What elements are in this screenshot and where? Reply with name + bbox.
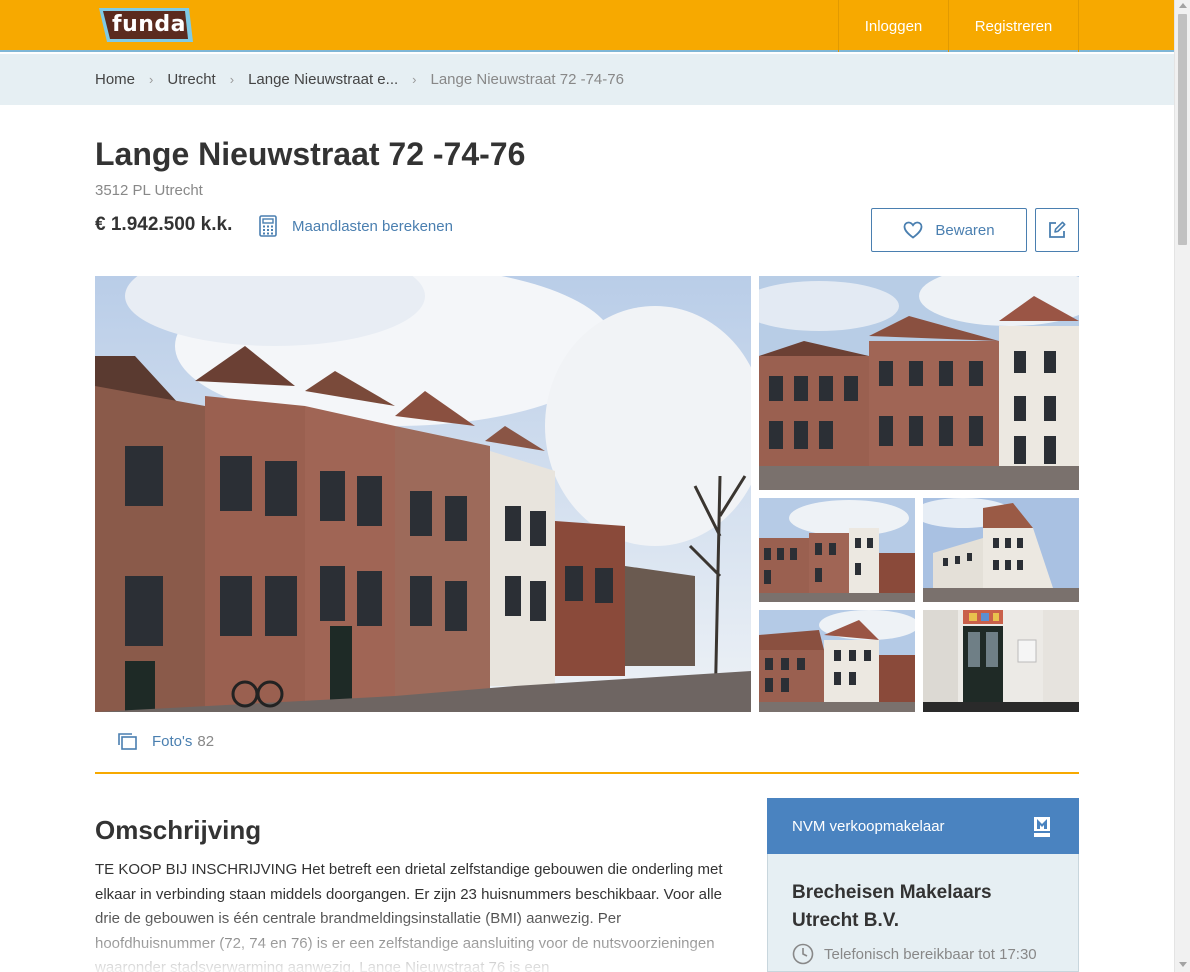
chevron-right-icon: ›	[229, 72, 235, 87]
main-photo[interactable]	[95, 276, 751, 712]
agent-availability: Telefonisch bereikbaar tot 17:30	[792, 943, 1037, 965]
add-note-button[interactable]	[1035, 208, 1079, 252]
heart-icon	[903, 221, 923, 239]
breadcrumb-street[interactable]: Lange Nieuwstraat e...	[248, 71, 398, 88]
edit-note-icon	[1049, 221, 1066, 238]
photo-thumbnail-5[interactable]	[923, 610, 1079, 712]
scrollbar-thumb[interactable]	[1178, 14, 1187, 245]
side-facade-image	[759, 610, 915, 712]
breadcrumb: Home › Utrecht › Lange Nieuwstraat e... …	[95, 54, 624, 105]
section-divider	[95, 772, 1079, 774]
logo-text: funda	[112, 12, 186, 37]
entrance-hall-image	[923, 610, 1079, 712]
breadcrumb-utrecht[interactable]: Utrecht	[167, 71, 215, 88]
photos-count: 82	[197, 732, 215, 750]
nvm-logo-icon	[1034, 817, 1050, 837]
scroll-up-arrow-icon[interactable]	[1179, 3, 1187, 8]
street-corner-image	[759, 498, 915, 602]
listing-price: € 1.942.500 k.k.	[95, 214, 233, 235]
breadcrumb-bar: Home › Utrecht › Lange Nieuwstraat e... …	[0, 54, 1174, 105]
monthly-costs-label: Maandlasten berekenen	[292, 217, 453, 235]
photo-gallery-icon	[118, 733, 137, 750]
corner-building-image	[923, 498, 1079, 602]
top-navigation-bar: funda Inloggen Registreren	[0, 0, 1174, 52]
vertical-scrollbar[interactable]	[1174, 0, 1190, 972]
agent-name[interactable]: Brecheisen Makelaars Utrecht B.V.	[792, 879, 1042, 935]
page-title: Lange Nieuwstraat 72 -74-76	[95, 136, 526, 172]
photos-label: Foto's	[152, 732, 193, 750]
save-button-label: Bewaren	[935, 221, 995, 239]
funda-logo[interactable]: funda	[95, 8, 195, 44]
clock-icon	[792, 943, 814, 965]
street-houses-image	[95, 276, 751, 712]
photo-thumbnail-3[interactable]	[923, 498, 1079, 602]
save-button[interactable]: Bewaren	[871, 208, 1027, 252]
facade-front-image	[759, 276, 1079, 490]
postcode-city: 3512 PL Utrecht	[95, 182, 203, 199]
photo-thumbnail-1[interactable]	[759, 276, 1079, 490]
description-heading: Omschrijving	[95, 815, 262, 845]
photo-thumbnail-2[interactable]	[759, 498, 915, 602]
photo-thumbnail-4[interactable]	[759, 610, 915, 712]
monthly-costs-link[interactable]: Maandlasten berekenen	[258, 215, 453, 237]
chevron-right-icon: ›	[149, 72, 154, 87]
scroll-down-arrow-icon[interactable]	[1179, 962, 1187, 967]
login-button[interactable]: Inloggen	[838, 0, 948, 52]
breadcrumb-home[interactable]: Home	[95, 71, 135, 88]
calculator-icon	[259, 215, 277, 237]
register-button[interactable]: Registreren	[948, 0, 1079, 52]
description-fade	[95, 905, 745, 972]
photos-link[interactable]: Foto's 82	[116, 731, 214, 751]
agent-type-label: NVM verkoopmakelaar	[792, 817, 945, 835]
agent-phone-status: Telefonisch bereikbaar tot 17:30	[824, 945, 1037, 963]
breadcrumb-current: Lange Nieuwstraat 72 -74-76	[430, 71, 624, 88]
chevron-right-icon: ›	[412, 72, 417, 87]
